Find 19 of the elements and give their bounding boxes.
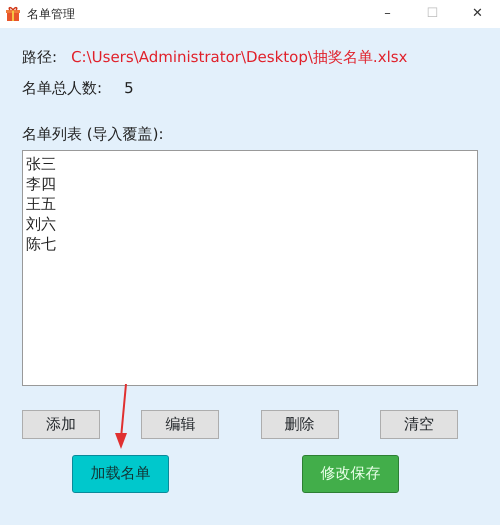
- action-button[interactable]: 添加: [22, 410, 100, 438]
- list-item[interactable]: 陈七: [26, 234, 56, 252]
- action-button[interactable]: 编辑: [141, 410, 220, 438]
- path-value: C:\Users\Administrator\Desktop\抽奖名单.xlsx: [71, 47, 408, 68]
- list-item[interactable]: 刘六: [26, 214, 56, 232]
- close-button[interactable]: ✕: [455, 4, 500, 24]
- action-button[interactable]: 清空: [380, 410, 458, 438]
- path-label: 路径:: [22, 47, 58, 68]
- list-label: 名单列表 (导入覆盖):: [22, 125, 164, 143]
- action-button[interactable]: 删除: [260, 410, 339, 438]
- count-label: 名单总人数:: [22, 78, 102, 98]
- load-button[interactable]: 加载名单: [72, 454, 169, 492]
- list-item[interactable]: 李四: [26, 174, 56, 192]
- count-value: 5: [124, 78, 134, 98]
- window-title: 名单管理: [27, 6, 75, 23]
- name-list[interactable]: 张三 李四 王五 刘六 陈七: [22, 150, 478, 386]
- list-item[interactable]: 王五: [26, 194, 56, 212]
- list-item[interactable]: 张三: [26, 154, 56, 172]
- minimize-button[interactable]: –: [365, 4, 410, 24]
